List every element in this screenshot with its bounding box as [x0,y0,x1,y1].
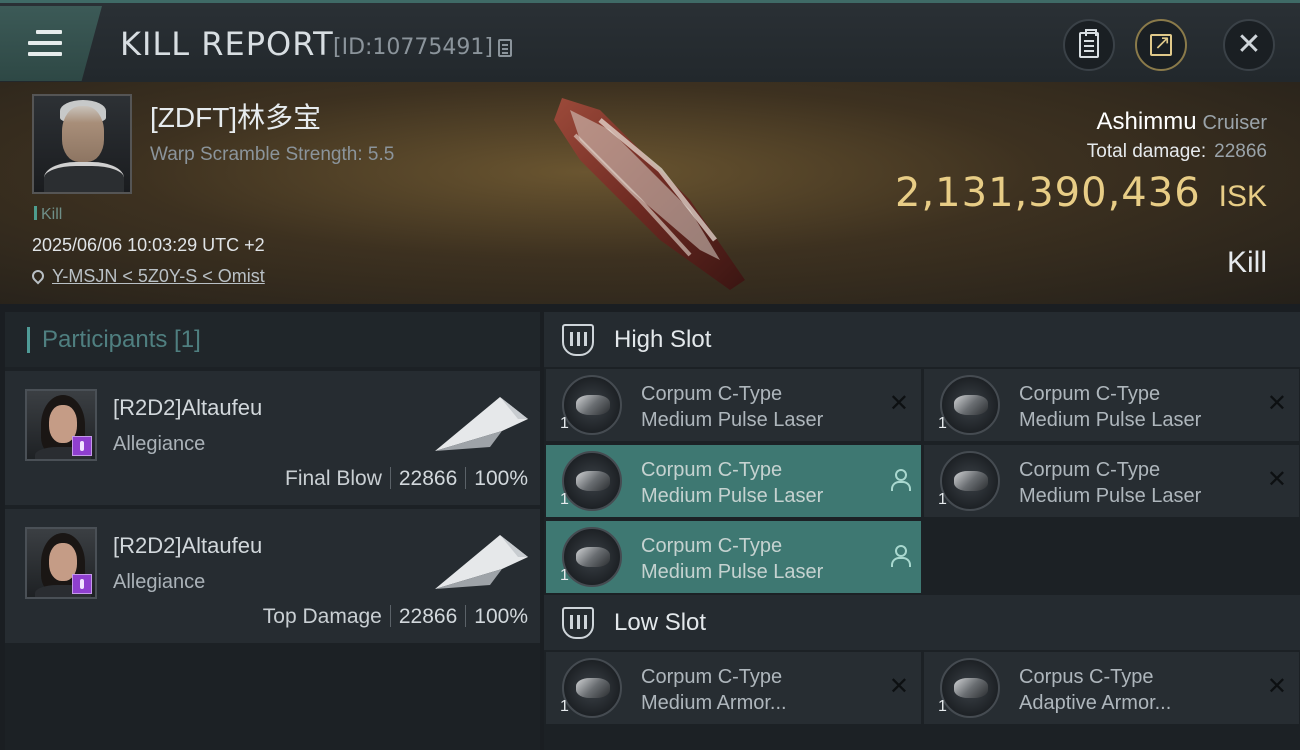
module-item[interactable]: 1 Corpum C-Type Medium Pulse Laser ✕ [546,369,921,441]
total-damage: Total damage: 22866 [1087,141,1267,163]
faction-badge-icon [72,436,92,456]
module-item[interactable]: 1 Corpum C-Type Medium Pulse Laser [546,521,921,593]
module-item[interactable]: 1 Corpus C-Type Adaptive Armor... ✕ [924,652,1299,724]
module-quantity: 1 [560,415,569,432]
victim-portrait[interactable] [32,94,132,194]
share-icon [1150,30,1172,56]
kill-datetime: 2025/06/06 10:03:29 UTC +2 [32,235,265,255]
module-name: Corpum C-Type Medium Armor... [641,666,787,714]
module-name: Corpum C-Type Medium Pulse Laser [1019,383,1202,431]
faction-badge-icon [72,574,92,594]
person-icon [891,469,911,491]
high-slot-header: High Slot [544,312,1300,367]
victim-pilot-name[interactable]: [ZDFT]林多宝 [150,96,321,136]
share-button[interactable] [1135,19,1187,71]
participant-percent: 100% [474,605,528,628]
pulse-laser-icon [562,451,622,511]
close-icon: ✕ [1236,27,1262,62]
module-name: Corpum C-Type Medium Pulse Laser [641,535,824,583]
total-damage-label: Total damage: [1086,141,1207,162]
participant-corp: Allegiance [113,433,206,455]
participant-ship-icon [435,535,528,589]
participant-role: Top Damage [262,605,382,628]
victim-banner: [ZDFT]林多宝 Warp Scramble Strength: 5.5 Ki… [0,82,1300,307]
isk-unit: ISK [1218,180,1267,213]
total-damage-value: 22866 [1214,141,1267,162]
ship-type: Ashimmu [1096,108,1197,135]
module-name: Corpum C-Type Medium Pulse Laser [1019,459,1202,507]
module-quantity: 1 [938,415,947,432]
report-id: [ID:10775491] [333,35,493,60]
fitting-panel: High Slot 1 Corpum C-Type Medium Pulse La… [544,312,1300,750]
warp-scramble-strength: Warp Scramble Strength: 5.5 [150,144,395,165]
module-quantity: 1 [938,491,947,508]
page-title: KILL REPORT [120,25,334,63]
ship-class: Cruiser [1202,112,1267,134]
module-item[interactable]: 1 Corpum C-Type Medium Armor... ✕ [546,652,921,724]
module-quantity: 1 [560,698,569,715]
module-quantity: 1 [560,567,569,584]
low-slot-label: Low Slot [614,608,707,636]
module-name: Corpum C-Type Medium Pulse Laser [641,383,824,431]
ship-name[interactable]: Ashimmu Cruiser [1097,108,1267,136]
x-icon: ✕ [888,672,909,700]
menu-button[interactable] [0,6,102,81]
result-label: Kill [1226,246,1267,279]
low-slot-header: Low Slot [544,595,1300,650]
module-quantity: 1 [938,698,947,715]
x-icon: ✕ [888,389,909,417]
slot-icon [562,324,594,356]
x-icon: ✕ [1266,465,1287,493]
participant-stats: Top Damage 22866 100% [263,605,528,629]
kill-location[interactable]: Y-MSJN < 5Z0Y-S < Omist [29,266,265,287]
victim-ship-image [554,98,745,290]
participant-ship-icon [435,397,528,451]
module-item[interactable]: 1 Corpum C-Type Medium Pulse Laser ✕ [924,369,1299,441]
clipboard-button[interactable] [1063,19,1115,71]
participant-name: [R2D2]Altaufeu [113,533,263,558]
participant-name: [R2D2]Altaufeu [113,395,263,420]
location-link[interactable]: Y-MSJN < 5Z0Y-S < Omist [52,266,265,286]
close-button[interactable]: ✕ [1223,19,1275,71]
pulse-laser-icon [940,451,1000,511]
participant-percent: 100% [474,467,528,490]
participants-header[interactable]: Participants [1] [5,312,540,367]
pulse-laser-icon [562,527,622,587]
high-slot-label: High Slot [614,325,712,353]
participant-corp: Allegiance [113,571,206,593]
person-icon [891,545,911,567]
kill-tag: Kill [34,206,62,224]
location-pin-icon [29,267,47,285]
module-name: Corpus C-Type Adaptive Armor... [1019,666,1172,714]
pulse-laser-icon [562,375,622,435]
participants-panel: Participants [1] [R2D2]Altaufeu Allegian… [5,312,540,750]
armor-module-icon [940,658,1000,718]
module-item[interactable]: 1 Corpum C-Type Medium Pulse Laser [546,445,921,517]
copy-icon[interactable] [498,39,512,57]
armor-module-icon [562,658,622,718]
participant-card[interactable]: [R2D2]Altaufeu Allegiance Top Damage 2286… [5,509,540,643]
menu-icon [28,30,62,56]
slot-icon [562,607,594,639]
pulse-laser-icon [940,375,1000,435]
low-slot-modules: 1 Corpum C-Type Medium Armor... ✕ 1 Corpu… [544,650,1300,750]
module-quantity: 1 [560,491,569,508]
module-item[interactable]: 1 Corpum C-Type Medium Pulse Laser ✕ [924,445,1299,517]
high-slot-modules: 1 Corpum C-Type Medium Pulse Laser ✕ 1 Co… [544,367,1300,595]
x-icon: ✕ [1266,389,1287,417]
isk-value: 2,131,390,436 [895,170,1201,216]
participant-damage: 22866 [398,605,458,628]
module-name: Corpum C-Type Medium Pulse Laser [641,459,824,507]
participant-role: Final Blow [285,467,382,490]
clipboard-icon [1079,29,1099,58]
participant-damage: 22866 [398,467,458,490]
top-bar: KILL REPORT [ID:10775491] ✕ [0,0,1300,82]
participant-stats: Final Blow 22866 100% [285,467,528,491]
x-icon: ✕ [1266,672,1287,700]
isk-value-row: 2,131,390,436 ISK [895,170,1267,216]
participant-card[interactable]: [R2D2]Altaufeu Allegiance Final Blow 2286… [5,371,540,505]
